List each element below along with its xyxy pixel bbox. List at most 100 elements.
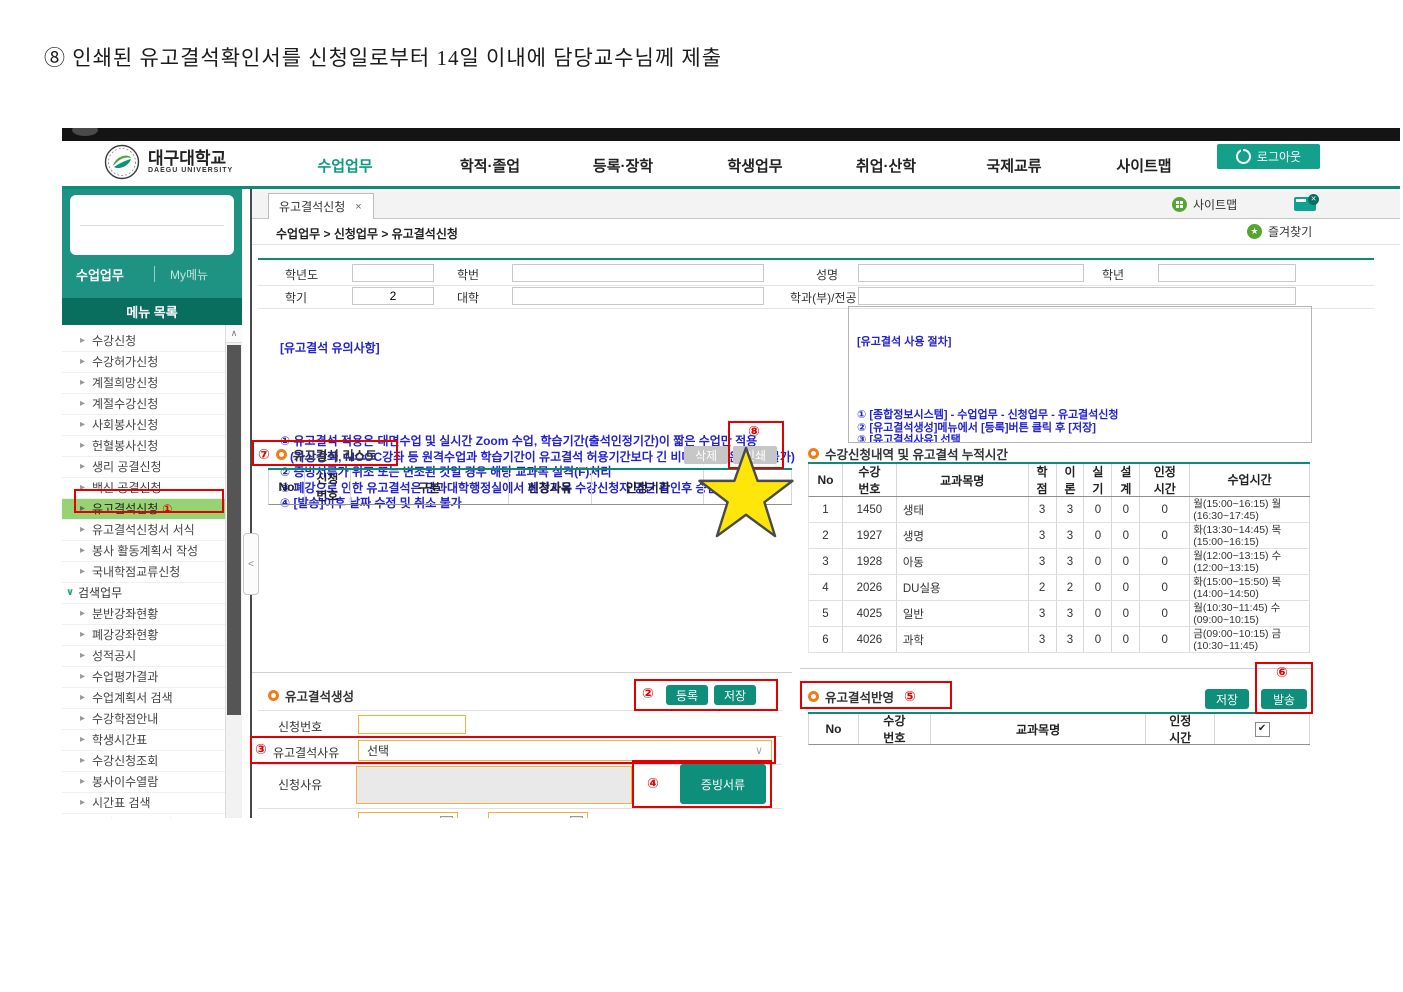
- major-input[interactable]: [858, 287, 1296, 305]
- year-input[interactable]: [352, 264, 434, 282]
- appno-input[interactable]: [358, 715, 466, 734]
- sidebar-item[interactable]: 수업평가결과: [62, 667, 225, 688]
- tab-strip: 유고결석신청 × 사이트맵: [252, 191, 1400, 219]
- name-input[interactable]: [858, 264, 1084, 282]
- college-input[interactable]: [512, 287, 764, 305]
- sidebar-item-absence-application[interactable]: 유고결석신청①: [62, 499, 225, 520]
- notice-line: ② [유고결석생성]메뉴에서 [등록]버튼 클릭 후 [저장]: [857, 422, 1303, 434]
- sidebar-section-search[interactable]: 검색업무: [62, 583, 225, 604]
- studentno-input[interactable]: [512, 264, 764, 282]
- sidebar-item[interactable]: 폐강강좌현황: [62, 625, 225, 646]
- sidebar-item[interactable]: 수강신청조회: [62, 751, 225, 772]
- period-end-input[interactable]: [488, 812, 588, 818]
- delete-button[interactable]: 삭제: [684, 446, 728, 464]
- col-theory: 이 론: [1057, 464, 1085, 496]
- sidebar-item[interactable]: 수강허가신청: [62, 352, 225, 373]
- menu-list-title: 메뉴 목록: [62, 298, 242, 325]
- section-bullet-icon: [276, 449, 287, 460]
- divider: [252, 672, 792, 673]
- sidebar-tab-mymenu[interactable]: My메뉴: [170, 266, 208, 283]
- grade-input[interactable]: [1158, 264, 1296, 282]
- nav-student[interactable]: 학생업무: [727, 155, 782, 176]
- annotation-6: ⑥: [1276, 665, 1288, 681]
- period-start-input[interactable]: [358, 812, 458, 818]
- register-button[interactable]: 등록: [666, 685, 708, 705]
- sidebar-tab-separator: [154, 266, 155, 282]
- select-all-checkbox[interactable]: ✔: [1255, 722, 1270, 737]
- detail-textarea[interactable]: [356, 766, 632, 804]
- info-box-divider: [80, 225, 224, 226]
- evidence-button[interactable]: 증빙서류: [680, 764, 766, 804]
- sidebar-tab-work[interactable]: 수업업무: [76, 265, 124, 284]
- nav-records[interactable]: 학적·졸업: [460, 155, 520, 176]
- sidebar-item[interactable]: 국내학점교류신청: [62, 562, 225, 583]
- sidebar-info-box: [70, 195, 234, 255]
- nav-classes[interactable]: 수업업무: [317, 155, 372, 176]
- col-coursename: 교과목명: [897, 464, 1029, 496]
- enroll-header-row: No 수강 번호 교과목명 학 점 이 론 실 기 설 계 인정 시간 수업시간: [808, 464, 1310, 497]
- sidebar-item[interactable]: 학생시간표: [62, 730, 225, 751]
- name-label: 성명: [816, 266, 838, 283]
- sidebar-item[interactable]: 수업계획서 검색: [62, 688, 225, 709]
- major-label: 학과(부)/전공: [790, 289, 857, 306]
- sidebar-item[interactable]: 계절희망신청: [62, 373, 225, 394]
- sidebar-item[interactable]: 수강학점안내: [62, 709, 225, 730]
- sitemap-shortcut[interactable]: 사이트맵: [1172, 196, 1237, 213]
- favorite-shortcut[interactable]: ★ 즐겨찾기: [1247, 223, 1312, 240]
- scroll-up-button[interactable]: ∧: [226, 325, 242, 343]
- sidebar-item[interactable]: 시간표 검색: [62, 793, 225, 814]
- nav-sitemap[interactable]: 사이트맵: [1116, 155, 1171, 176]
- sidebar-item[interactable]: 봉사이수열람: [62, 772, 225, 793]
- absence-list-table: No 신청 번호 구분 신청사유 인정기간 상태: [268, 468, 792, 505]
- sidebar-item[interactable]: 봉사 활동계획서 작성: [62, 541, 225, 562]
- annotation-3: ③: [255, 742, 267, 758]
- nav-international[interactable]: 국제교류: [986, 155, 1041, 176]
- sidebar-item[interactable]: 계절수강신청: [62, 394, 225, 415]
- col-recognized: 인정 시간: [1146, 714, 1215, 744]
- calendar-icon: [440, 816, 453, 819]
- scrollbar-thumb[interactable]: [227, 345, 241, 715]
- tab-absence-application[interactable]: 유고결석신청 ×: [268, 193, 374, 219]
- sidebar-item[interactable]: 사회봉사신청: [62, 415, 225, 436]
- sidebar-item[interactable]: 성적공시: [62, 646, 225, 667]
- table-row: 1 1450 생태 3 3 0 0 0 월(15:00~16:15) 월(16:…: [808, 497, 1310, 523]
- app-window: 대구대학교 DAEGU UNIVERSITY 수업업무 학적·졸업 등록·장학 …: [62, 128, 1400, 818]
- sidebar-collapse-button[interactable]: <: [243, 533, 259, 595]
- period-separator: ~: [470, 815, 477, 818]
- header: 대구대학교 DAEGU UNIVERSITY 수업업무 학적·졸업 등록·장학 …: [62, 141, 1400, 186]
- save-button[interactable]: 저장: [714, 685, 756, 705]
- print-button[interactable]: 인쇄: [733, 446, 777, 464]
- sidebar-item[interactable]: 유고결석신청서 서식: [62, 520, 225, 541]
- annotation-7: ⑦: [258, 447, 270, 463]
- enroll-table: No 수강 번호 교과목명 학 점 이 론 실 기 설 계 인정 시간 수업시간…: [808, 462, 1310, 653]
- reason-select[interactable]: 선택 ∨: [358, 740, 772, 761]
- col-no: No: [809, 714, 859, 744]
- enroll-table-body: 1 1450 생태 3 3 0 0 0 월(15:00~16:15) 월(16:…: [808, 497, 1310, 653]
- close-icon[interactable]: ×: [355, 201, 361, 213]
- col-check: ✔: [1215, 714, 1310, 744]
- send-button[interactable]: 발송: [1261, 689, 1307, 709]
- nav-career[interactable]: 취업·산학: [856, 155, 916, 176]
- apply-save-button[interactable]: 저장: [1205, 689, 1249, 709]
- sidebar-item[interactable]: 교과목개요(교과): [62, 814, 225, 818]
- nav-registration[interactable]: 등록·장학: [593, 155, 653, 176]
- section-bullet-icon: [268, 690, 279, 701]
- close-window-icon[interactable]: [1294, 197, 1316, 211]
- notice-line: ③ [유고결석사유] 선택: [857, 434, 1303, 443]
- sidebar-menu: 수강신청수강허가신청계절희망신청계절수강신청사회봉사신청헌혈봉사신청생리 공결신…: [62, 325, 225, 818]
- logout-button[interactable]: 로그아웃: [1217, 144, 1320, 169]
- sidebar-item[interactable]: 헌혈봉사신청: [62, 436, 225, 457]
- col-no: No: [809, 464, 843, 496]
- semester-input[interactable]: [352, 287, 434, 305]
- table-row: 4 2026 DU실용 2 2 0 0 0 화(15:00~15:50) 목(1…: [808, 575, 1310, 601]
- breadcrumb: 수업업무 > 신청업무 > 유고결석신청: [276, 225, 458, 242]
- sidebar-item[interactable]: 백신 공결신청: [62, 478, 225, 499]
- sidebar-item[interactable]: 수강신청: [62, 331, 225, 352]
- sidebar-item[interactable]: 생리 공결신청: [62, 457, 225, 478]
- sidebar-item[interactable]: 분반강좌현황: [62, 604, 225, 625]
- sidebar-scrollbar: ∧: [225, 325, 242, 818]
- sidebar-tabs: 수업업무 My메뉴: [62, 259, 242, 289]
- enroll-section-header: 수강신청내역 및 유고결석 누적시간: [808, 444, 1008, 463]
- col-reason: 신청사유: [509, 470, 593, 504]
- sitemap-icon: [1172, 197, 1187, 212]
